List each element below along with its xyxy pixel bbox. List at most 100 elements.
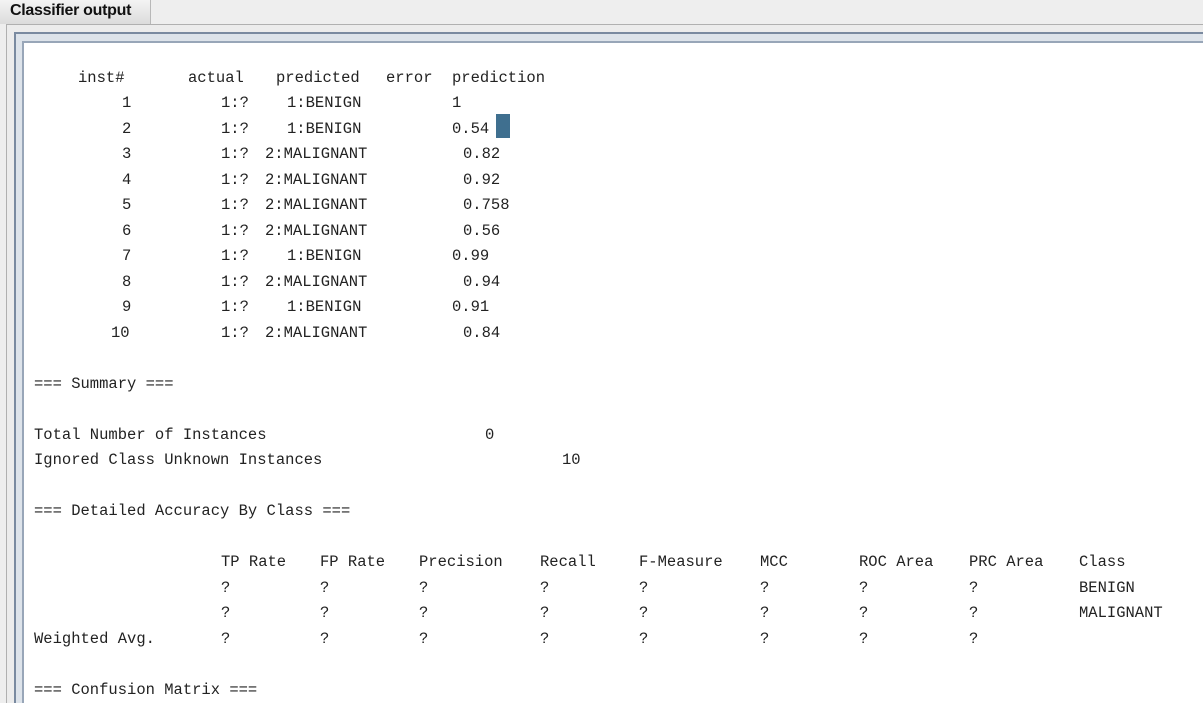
row-prediction: 0.99 xyxy=(452,247,490,265)
cell: ? xyxy=(969,630,979,648)
summary-ignored-row: Ignored Class Unknown Instances 10 xyxy=(24,447,581,473)
cell: ? xyxy=(859,579,869,597)
total-label: Total Number of Instances xyxy=(34,426,267,444)
accuracy-heading: === Detailed Accuracy By Class === xyxy=(24,498,350,524)
row-prediction: 1 xyxy=(452,94,462,112)
summary-heading-text: === Summary === xyxy=(34,375,174,393)
accuracy-heading-text: === Detailed Accuracy By Class === xyxy=(34,502,351,520)
row-predicted: 2:MALIGNANT xyxy=(265,273,368,291)
confusion-heading-text: === Confusion Matrix === xyxy=(34,681,258,699)
prediction-row: 3 1:? 2:MALIGNANT 0.82 xyxy=(24,141,500,167)
row-inst: 3 xyxy=(122,145,132,163)
row-inst: 9 xyxy=(122,298,132,316)
row-predicted: 1:BENIGN xyxy=(287,247,362,265)
header-actual: actual xyxy=(188,69,244,87)
row-inst: 10 xyxy=(111,324,130,342)
cell: ? xyxy=(639,579,649,597)
prediction-row: 4 1:? 2:MALIGNANT 0.92 xyxy=(24,167,500,193)
cell: ? xyxy=(760,604,770,622)
row-actual: 1:? xyxy=(221,298,249,316)
total-value: 0 xyxy=(485,426,495,444)
row-inst: 1 xyxy=(122,94,132,112)
summary-total-row: Total Number of Instances 0 xyxy=(24,422,494,448)
row-actual: 1:? xyxy=(221,94,249,112)
prediction-row: 9 1:? 1:BENIGN 0.91 xyxy=(24,294,489,320)
col-class: Class xyxy=(1079,553,1126,571)
row-inst: 7 xyxy=(122,247,132,265)
row-predicted: 2:MALIGNANT xyxy=(265,196,368,214)
classifier-output-text[interactable]: inst# actual predicted error prediction … xyxy=(22,41,1203,703)
panel-title: Classifier output xyxy=(10,2,132,19)
row-actual: 1:? xyxy=(221,171,249,189)
cell: ? xyxy=(540,579,550,597)
row-prediction: 0.758 xyxy=(463,196,510,214)
row-predicted: 1:BENIGN xyxy=(287,298,362,316)
class-name: MALIGNANT xyxy=(1079,604,1163,622)
row-predicted: 2:MALIGNANT xyxy=(265,145,368,163)
ignored-value: 10 xyxy=(562,451,581,469)
cell: ? xyxy=(859,630,869,648)
header-inst: inst# xyxy=(78,69,125,87)
prediction-row: 6 1:? 2:MALIGNANT 0.56 xyxy=(24,218,500,244)
accuracy-row: ? ? ? ? ? ? ? ? MALIGNANT xyxy=(24,600,1163,626)
col-f-measure: F-Measure xyxy=(639,553,723,571)
row-prediction: 0.84 xyxy=(463,324,501,342)
cell: ? xyxy=(760,630,770,648)
cell: ? xyxy=(320,579,330,597)
row-prediction: 0.94 xyxy=(463,273,501,291)
cell: ? xyxy=(221,604,231,622)
col-tp-rate: TP Rate xyxy=(221,553,287,571)
summary-heading: === Summary === xyxy=(24,371,174,397)
row-actual: 1:? xyxy=(221,324,249,342)
ignored-label: Ignored Class Unknown Instances xyxy=(34,451,323,469)
prediction-row: 2 1:? 1:BENIGN 0.54 xyxy=(24,116,489,142)
accuracy-row: Weighted Avg. ? ? ? ? ? ? ? ? xyxy=(24,626,978,652)
row-predicted: 2:MALIGNANT xyxy=(265,171,368,189)
row-actual: 1:? xyxy=(221,196,249,214)
row-inst: 2 xyxy=(122,120,132,138)
cell: ? xyxy=(419,579,429,597)
row-prediction: 0.92 xyxy=(463,171,501,189)
text-caret xyxy=(496,114,510,138)
prediction-row: 1 1:? 1:BENIGN 1 xyxy=(24,90,461,116)
cell: ? xyxy=(540,630,550,648)
panel-title-bar: Classifier output xyxy=(0,0,151,24)
col-precision: Precision xyxy=(419,553,503,571)
row-actual: 1:? xyxy=(221,120,249,138)
prediction-row: 8 1:? 2:MALIGNANT 0.94 xyxy=(24,269,500,295)
row-prediction: 0.91 xyxy=(452,298,490,316)
cell: ? xyxy=(639,604,649,622)
row-inst: 5 xyxy=(122,196,132,214)
predictions-header: inst# actual predicted error prediction xyxy=(24,65,545,91)
accuracy-row: ? ? ? ? ? ? ? ? BENIGN xyxy=(24,575,1135,601)
cell: ? xyxy=(221,579,231,597)
row-prediction: 0.82 xyxy=(463,145,501,163)
class-name: BENIGN xyxy=(1079,579,1135,597)
confusion-heading: === Confusion Matrix === xyxy=(24,677,257,703)
cell: ? xyxy=(540,604,550,622)
cell: ? xyxy=(419,630,429,648)
cell: ? xyxy=(969,604,979,622)
row-predicted: 2:MALIGNANT xyxy=(265,324,368,342)
row-inst: 8 xyxy=(122,273,132,291)
cell: ? xyxy=(969,579,979,597)
prediction-row: 10 1:? 2:MALIGNANT 0.84 xyxy=(24,320,500,346)
cell: ? xyxy=(639,630,649,648)
cell: ? xyxy=(320,604,330,622)
header-error: error xyxy=(386,69,433,87)
prediction-row: 5 1:? 2:MALIGNANT 0.758 xyxy=(24,192,510,218)
row-label: Weighted Avg. xyxy=(34,630,155,648)
col-mcc: MCC xyxy=(760,553,788,571)
row-actual: 1:? xyxy=(221,222,249,240)
row-predicted: 1:BENIGN xyxy=(287,120,362,138)
col-prc-area: PRC Area xyxy=(969,553,1044,571)
row-predicted: 2:MALIGNANT xyxy=(265,222,368,240)
prediction-row: 7 1:? 1:BENIGN 0.99 xyxy=(24,243,489,269)
cell: ? xyxy=(859,604,869,622)
col-recall: Recall xyxy=(540,553,596,571)
row-actual: 1:? xyxy=(221,247,249,265)
accuracy-header-row: TP Rate FP Rate Precision Recall F-Measu… xyxy=(24,549,1126,575)
row-inst: 6 xyxy=(122,222,132,240)
cell: ? xyxy=(760,579,770,597)
cell: ? xyxy=(419,604,429,622)
